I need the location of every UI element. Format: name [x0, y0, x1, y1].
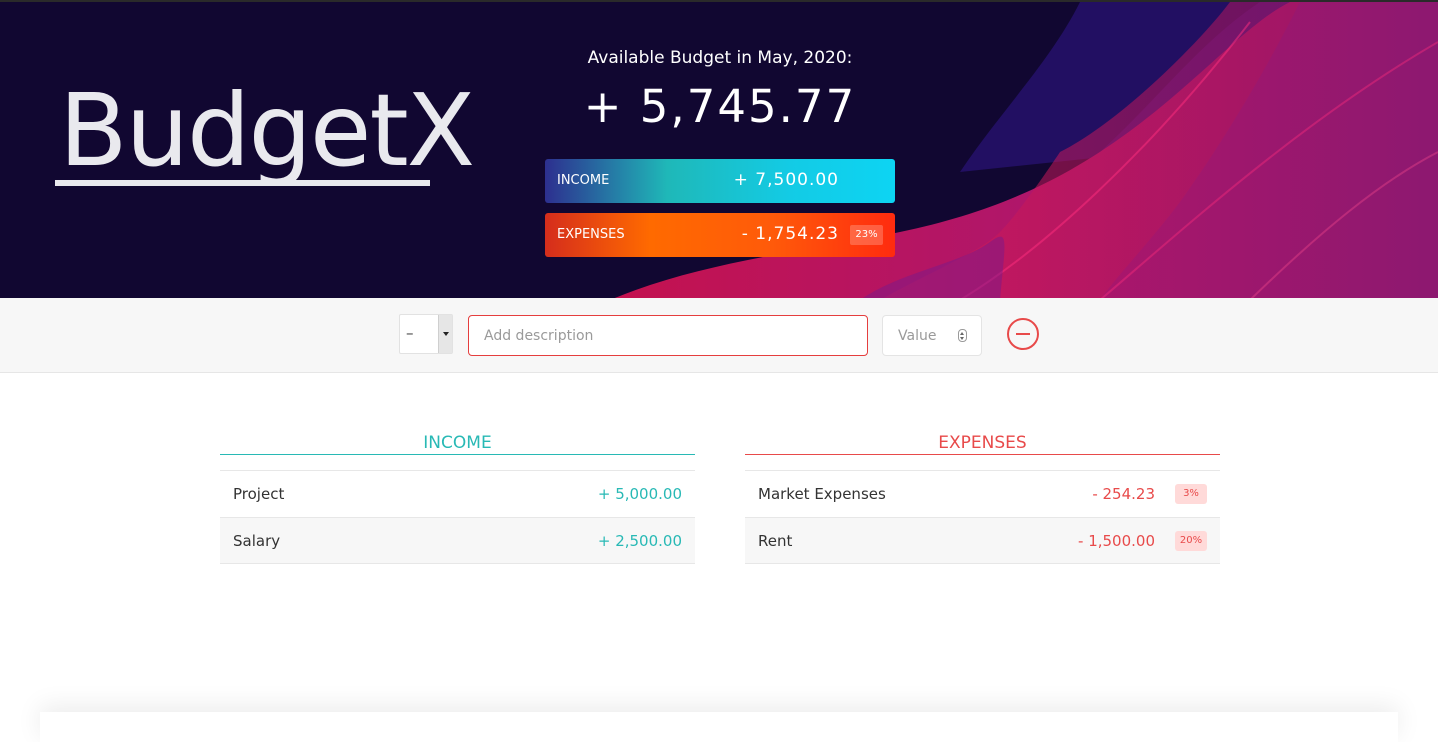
expense-item-percentage: 3% — [1175, 484, 1207, 504]
budget-header: BudgetX Available Budget in May, 2020: +… — [0, 0, 1438, 298]
income-list-title: Income — [220, 425, 695, 455]
number-spinner-icon[interactable] — [958, 329, 967, 342]
logo-text: BudgetX — [59, 72, 475, 189]
chevron-down-icon[interactable] — [438, 315, 452, 353]
income-item[interactable]: Project + 5,000.00 — [220, 470, 695, 517]
income-list: Income Project + 5,000.00 Salary + 2,500… — [220, 425, 695, 564]
expenses-summary-percentage: 23% — [850, 225, 883, 245]
income-summary-label: Income — [557, 173, 610, 188]
type-select-value: – — [406, 324, 414, 342]
budget-title: Available Budget in May, 2020: — [587, 48, 853, 68]
bottom-container-edge — [40, 712, 1398, 742]
expense-item[interactable]: Rent - 1,500.00 20% — [745, 517, 1220, 564]
expenses-summary-value: - 1,754.23 — [741, 224, 839, 244]
expense-item-value: - 254.23 — [1092, 485, 1155, 503]
expense-item-description: Rent — [758, 532, 793, 550]
income-item[interactable]: Salary + 2,500.00 — [220, 517, 695, 564]
income-item-value: + 2,500.00 — [597, 532, 682, 550]
budget-value: + 5,745.77 — [583, 80, 857, 133]
expense-item[interactable]: Market Expenses - 254.23 3% — [745, 470, 1220, 517]
logo-underline — [55, 180, 430, 186]
income-summary: Income + 7,500.00 — [545, 159, 895, 203]
expense-item-description: Market Expenses — [758, 485, 886, 503]
income-item-description: Salary — [233, 532, 281, 550]
income-item-value: + 5,000.00 — [597, 485, 682, 503]
value-placeholder: Value — [898, 328, 937, 344]
value-input[interactable]: Value — [882, 315, 982, 356]
expense-item-value: - 1,500.00 — [1078, 532, 1155, 550]
expenses-summary-label: Expenses — [557, 227, 625, 242]
income-summary-value: + 7,500.00 — [733, 170, 839, 190]
expenses-list: Expenses Market Expenses - 254.23 3% Ren… — [745, 425, 1220, 564]
expenses-summary: Expenses - 1,754.23 23% — [545, 213, 895, 257]
expense-item-percentage: 20% — [1175, 531, 1207, 551]
expenses-list-title: Expenses — [745, 425, 1220, 455]
income-item-description: Project — [233, 485, 285, 503]
logo: BudgetX — [55, 76, 475, 196]
type-select[interactable]: – — [399, 314, 453, 354]
description-input[interactable] — [468, 315, 868, 356]
minus-circle-icon[interactable] — [1007, 318, 1039, 350]
